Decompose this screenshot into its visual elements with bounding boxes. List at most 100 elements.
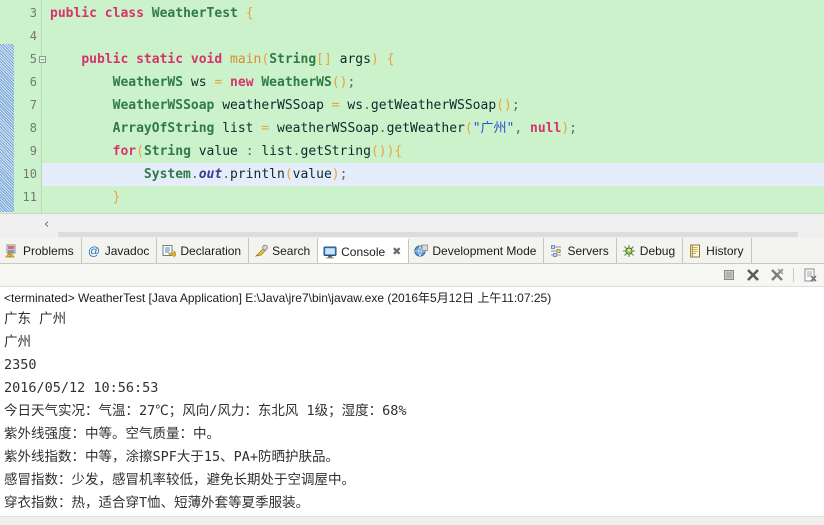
code-token: System (143, 167, 191, 182)
tab-servers[interactable]: Servers (544, 238, 617, 263)
line-number: 11 (22, 190, 37, 204)
line-number: 9 (29, 144, 37, 158)
code-token: ) (370, 52, 379, 67)
console-output-line: 感冒指数：少发，感冒机率较低，避免长期处于空调屋中。 (4, 472, 355, 488)
editor-code-area[interactable]: public class WeatherTest { public static… (42, 0, 824, 213)
code-token: . (363, 98, 371, 113)
tab-label: Debug (639, 243, 676, 258)
code-token: for (112, 144, 137, 159)
code-line[interactable]: } (42, 186, 824, 209)
tab-label: Problems (23, 243, 74, 258)
code-token: value (190, 144, 246, 159)
tab-development-mode[interactable]: Development Mode (409, 238, 545, 263)
code-token: getString (300, 144, 371, 159)
console-output-line: 紫外线强度：中等。空气质量：中。 (4, 426, 220, 442)
console-view-toolbar[interactable] (0, 264, 824, 287)
code-token: weatherWSSoap (269, 121, 379, 136)
console-output-line: 广东 广州 (4, 311, 67, 327)
code-token: ws (183, 75, 215, 90)
line-number: 10 (22, 167, 37, 181)
scroll-left-icon[interactable]: ‹ (44, 217, 49, 232)
code-line[interactable]: public static void main(String[] args) { (42, 48, 824, 71)
code-token: : (245, 144, 262, 159)
code-token: null (530, 121, 562, 136)
bottom-view-tabbar[interactable]: Problems @ Javadoc Declaration Search Console… (0, 238, 824, 264)
tab-label: Javadoc (104, 243, 150, 258)
code-token: out (198, 167, 223, 182)
code-token: = (331, 98, 340, 113)
java-editor[interactable]: 3 4 5− 6 7 8 9 10 11 public class WeatherTest { … (0, 0, 824, 213)
code-token: String (143, 144, 191, 159)
code-line[interactable]: WeatherWS ws = new WeatherWS(); (42, 71, 824, 94)
editor-marker-bar[interactable] (0, 0, 14, 213)
tab-label: Declaration (180, 243, 242, 258)
code-token: ) (331, 167, 340, 182)
clear-console-button[interactable] (802, 267, 818, 283)
code-token: ()){ (370, 144, 403, 159)
code-token: () (496, 98, 512, 113)
remove-launch-button[interactable] (745, 267, 761, 283)
problems-icon (5, 244, 19, 258)
line-number: 8 (29, 121, 37, 135)
code-token: () (331, 75, 348, 90)
tab-label: Servers (567, 243, 609, 258)
code-token: ( (284, 167, 293, 182)
code-token: ( (464, 121, 473, 136)
code-token: value (292, 167, 332, 182)
console-output-line: 紫外线指数：中等，涂擦SPF大于15、PA+防晒护肤品。 (4, 449, 340, 465)
development-mode-icon (414, 244, 429, 258)
history-icon (688, 244, 702, 258)
tab-declaration[interactable]: Declaration (157, 238, 250, 263)
servers-icon (549, 244, 563, 258)
tab-debug[interactable]: Debug (616, 238, 684, 263)
tab-problems[interactable]: Problems (0, 238, 82, 263)
javadoc-icon: @ (87, 244, 101, 258)
code-token: . (378, 121, 387, 136)
code-token: list (261, 144, 293, 159)
code-line[interactable]: ArrayOfString list = weatherWSSoap.getWe… (42, 117, 824, 140)
tab-label: History (706, 243, 744, 258)
code-token: weatherWSSoap (214, 98, 332, 113)
code-line[interactable]: System.out.println(value); (42, 163, 824, 186)
code-token: class (104, 6, 144, 21)
code-token: println (230, 167, 285, 182)
code-token: WeatherTest (151, 6, 238, 21)
code-token: = (261, 121, 270, 136)
terminate-button[interactable] (721, 267, 737, 283)
code-line[interactable]: public class WeatherTest { (42, 2, 824, 25)
code-token: ; (339, 167, 348, 182)
remove-all-terminated-button[interactable] (769, 267, 785, 283)
code-token: . (292, 144, 301, 159)
tab-console[interactable]: Console ✖ (318, 238, 410, 263)
editor-scrollbar-thumb[interactable] (58, 232, 798, 237)
editor-horizontal-scrollbar[interactable]: ‹ (0, 213, 824, 238)
line-number: 4 (29, 29, 37, 43)
close-icon[interactable]: ✖ (392, 245, 401, 258)
tab-javadoc[interactable]: @ Javadoc (81, 238, 158, 263)
line-number: 5− (29, 52, 46, 66)
editor-line-number-ruler: 3 4 5− 6 7 8 9 10 11 (14, 0, 46, 213)
console-output-line: 穿衣指数：热，适合穿T恤、短薄外套等夏季服装。 (4, 495, 310, 511)
toolbar-separator (793, 268, 794, 282)
eclipse-ide-window: 3 4 5− 6 7 8 9 10 11 public class WeatherTest { … (0, 0, 824, 525)
tab-search[interactable]: Search (249, 238, 319, 263)
code-line[interactable]: for(String value : list.getString()){ (42, 140, 824, 163)
console-horizontal-scrollbar[interactable] (0, 516, 824, 525)
code-token: ; (511, 98, 520, 113)
code-line[interactable]: WeatherWSSoap weatherWSSoap = ws.getWeat… (42, 94, 824, 117)
code-line[interactable] (42, 25, 824, 48)
tab-history[interactable]: History (683, 238, 752, 263)
console-output-area[interactable]: <terminated> WeatherTest [Java Applicati… (0, 287, 824, 525)
console-status-line: <terminated> WeatherTest [Java Applicati… (4, 291, 552, 305)
line-number: 3 (29, 6, 37, 20)
console-output-line: 2350 (4, 357, 37, 373)
